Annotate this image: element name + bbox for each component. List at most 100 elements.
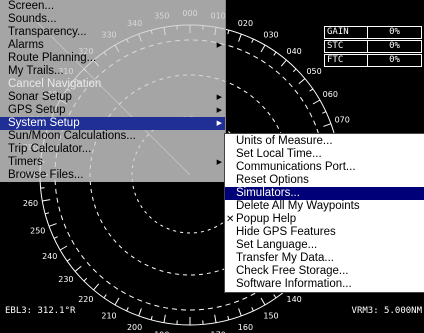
menu-item-label: Transparency...	[8, 26, 87, 38]
bearing-label-210: 210	[101, 311, 116, 320]
submenu-item-label: Transfer My Data...	[236, 252, 334, 264]
menu-item-timers[interactable]: Timers ▶	[0, 156, 225, 169]
menu-item-label: GPS Setup	[8, 104, 66, 116]
bearing-tick	[309, 88, 314, 92]
main-menu: Screen... Sounds... Transparency... Alarms ▶…	[0, 0, 226, 182]
menu-item-sounds[interactable]: Sounds...	[0, 13, 225, 26]
submenu-item-communications-port[interactable]: Communications Port...	[225, 161, 424, 174]
submenu-item-label: Set Local Time...	[236, 148, 322, 160]
menu-item-gps-setup[interactable]: GPS Setup ▶	[0, 104, 225, 117]
gain-readout: GAIN 0%	[324, 26, 422, 39]
menu-item-route-planning[interactable]: Route Planning...	[0, 52, 225, 65]
submenu-item-label: Popup Help	[236, 213, 297, 225]
bearing-label-030: 030	[263, 31, 278, 40]
menu-item-transparency[interactable]: Transparency...	[0, 26, 225, 39]
submenu-item-label: Hide GPS Features	[236, 226, 336, 238]
submenu-item-label: Simulators...	[236, 187, 300, 199]
system-setup-submenu: Units of Measure... Set Local Time... Comm…	[224, 133, 424, 293]
bearing-tick	[280, 59, 287, 67]
submenu-item-set-language[interactable]: Set Language...	[225, 239, 424, 252]
bearing-tick	[66, 258, 71, 262]
submenu-item-check-free-storage[interactable]: Check Free Storage...	[225, 265, 424, 278]
submenu-item-popup-help[interactable]: ✕ Popup Help	[225, 213, 424, 226]
bearing-label-020: 020	[238, 19, 253, 28]
ftc-value: 0%	[368, 54, 422, 67]
radar-screen: 3403500000100200300400500600700800901001…	[0, 0, 424, 333]
bearing-tick	[323, 123, 332, 127]
submenu-arrow-icon: ▶	[216, 159, 222, 166]
bearing-tick	[238, 308, 242, 317]
menu-item-label: Alarms	[8, 39, 44, 51]
submenu-item-label: Software Information...	[236, 278, 352, 290]
submenu-item-delete-all-my-waypoints[interactable]: Delete All My Waypoints	[225, 200, 424, 213]
menu-item-my-trails[interactable]: My Trails...	[0, 65, 225, 78]
bearing-tick	[298, 78, 306, 85]
menu-item-label: Sounds...	[8, 13, 57, 25]
submenu-item-set-local-time[interactable]: Set Local Time...	[225, 148, 424, 161]
submenu-item-transfer-my-data[interactable]: Transfer My Data...	[225, 252, 424, 265]
bearing-label-220: 220	[78, 295, 93, 304]
bearing-label-070: 070	[335, 116, 350, 125]
menu-item-system-setup[interactable]: System Setup ▶	[0, 117, 225, 130]
bearing-tick	[312, 99, 321, 105]
ftc-readout: FTC 0%	[324, 54, 422, 67]
bearing-tick	[114, 297, 120, 306]
bearing-label-060: 060	[323, 90, 338, 99]
bearing-label-040: 040	[286, 47, 301, 56]
menu-item-label: Sonar Setup	[8, 91, 72, 103]
bearing-label-200: 200	[127, 323, 142, 332]
checkmark-icon: ✕	[226, 214, 235, 225]
bearing-label-140: 140	[286, 295, 301, 304]
bearing-label-250: 250	[30, 226, 45, 235]
bearing-tick	[126, 307, 129, 312]
submenu-arrow-icon: ▶	[216, 120, 222, 127]
bearing-tick	[260, 297, 266, 306]
bearing-tick	[251, 307, 254, 312]
submenu-item-software-information[interactable]: Software Information...	[225, 278, 424, 291]
menu-item-alarms[interactable]: Alarms ▶	[0, 39, 225, 52]
radar-readout-panel: GAIN 0% STC 0% FTC 0%	[324, 26, 422, 68]
bearing-label-230: 230	[58, 275, 73, 284]
submenu-item-label: Units of Measure...	[236, 135, 333, 147]
bearing-tick	[138, 308, 142, 317]
submenu-item-units-of-measure[interactable]: Units of Measure...	[225, 135, 424, 148]
menu-item-label: My Trails...	[8, 65, 64, 77]
bearing-tick	[273, 294, 277, 299]
bearing-tick	[251, 38, 254, 43]
menu-item-label: Route Planning...	[8, 52, 97, 64]
submenu-item-hide-gps-features[interactable]: Hide GPS Features	[225, 226, 424, 239]
menu-item-label: System Setup	[8, 117, 80, 129]
bearing-tick	[214, 314, 217, 323]
bearing-tick	[83, 277, 88, 282]
submenu-item-simulators[interactable]: Simulators...	[225, 187, 424, 200]
bearing-tick	[273, 51, 277, 56]
bearing-tick	[227, 29, 230, 35]
bearing-tick	[42, 199, 51, 202]
gain-value: 0%	[368, 26, 422, 39]
menu-item-sun-moon-calculations[interactable]: Sun/Moon Calculations...	[0, 130, 225, 143]
bearing-label-160: 160	[238, 323, 253, 332]
ebl-readout: EBL3: 312.1°R	[5, 306, 76, 316]
bearing-tick	[292, 68, 297, 73]
bearing-tick	[44, 212, 50, 215]
menu-item-trip-calculator[interactable]: Trip Calculator...	[0, 143, 225, 156]
menu-item-browse-files[interactable]: Browse Files...	[0, 169, 225, 182]
menu-item-label: Sun/Moon Calculations...	[8, 130, 136, 142]
bearing-tick	[163, 314, 166, 323]
bearing-tick	[53, 236, 58, 239]
submenu-item-label: Check Free Storage...	[236, 265, 349, 277]
menu-item-label: Trip Calculator...	[8, 143, 92, 155]
submenu-arrow-icon: ▶	[216, 42, 222, 49]
menu-item-screen[interactable]: Screen...	[0, 0, 225, 13]
bearing-tick	[260, 44, 266, 53]
bearing-tick	[322, 111, 327, 114]
bearing-tick	[59, 245, 68, 251]
ftc-label: FTC	[324, 54, 368, 67]
bearing-tick	[227, 315, 230, 321]
gain-label: GAIN	[324, 26, 368, 39]
menu-item-cancel-navigation: Cancel Navigation	[0, 78, 225, 91]
bearing-label-150: 150	[263, 311, 278, 320]
menu-item-sonar-setup[interactable]: Sonar Setup ▶	[0, 91, 225, 104]
stc-value: 0%	[368, 40, 422, 53]
submenu-item-reset-options[interactable]: Reset Options	[225, 174, 424, 187]
